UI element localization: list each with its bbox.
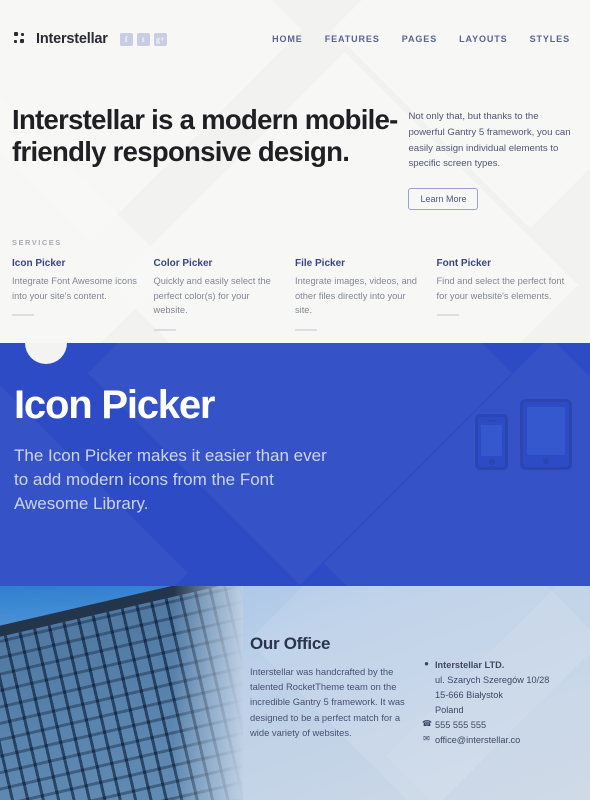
service-title: File Picker [295, 258, 346, 270]
device-illustration [475, 399, 572, 470]
contact-phone: 555 555 555 [435, 719, 487, 730]
twitter-icon[interactable]: t [136, 32, 150, 46]
office-section: Our Office Interstellar was handcrafted … [0, 586, 590, 800]
service-text: Integrate images, videos, and other file… [295, 276, 417, 316]
office-text-column: Our Office Interstellar was handcrafted … [250, 634, 410, 747]
phone-icon: ☎ [422, 718, 432, 728]
service-text: Find and select the perfect font for you… [436, 276, 565, 301]
divider [12, 314, 34, 317]
service-title: Color Picker [153, 258, 213, 270]
envelope-icon: ✉ [423, 733, 430, 743]
divider [295, 328, 317, 331]
contact-phone-line[interactable]: ☎ 555 555 555 [422, 718, 582, 733]
main-navigation: HOME FEATURES PAGES LAYOUTS STYLES [272, 34, 570, 44]
brand[interactable]: Interstellar [14, 31, 108, 47]
nav-item-pages[interactable]: PAGES [402, 34, 437, 44]
hero-right: Not only that, but thanks to the powerfu… [408, 104, 572, 211]
office-title: Our Office [250, 634, 331, 653]
feature-section: Icon Picker The Icon Picker makes it eas… [0, 343, 590, 586]
phone-icon [475, 414, 508, 470]
service-card-file-picker[interactable]: File Picker Integrate images, videos, an… [295, 258, 437, 331]
nav-item-home[interactable]: HOME [272, 34, 303, 44]
contact-city: 15-666 Białystok [435, 689, 503, 700]
map-pin-icon: ● [424, 659, 429, 668]
contact-country: Poland [435, 704, 464, 715]
feature-description: The Icon Picker makes it easier than eve… [14, 446, 327, 514]
nav-item-features[interactable]: FEATURES [325, 34, 380, 44]
service-text: Quickly and easily select the perfect co… [153, 276, 271, 316]
services-grid: Icon Picker Integrate Font Awesome icons… [12, 258, 579, 331]
service-card-icon-picker[interactable]: Icon Picker Integrate Font Awesome icons… [12, 258, 154, 330]
page-title: Interstellar is a modern mobile-friendly… [12, 104, 398, 168]
googleplus-icon[interactable]: g+ [153, 32, 167, 46]
hero-description: Not only that, but thanks to the powerfu… [408, 111, 571, 170]
contact-email-line[interactable]: ✉ office@interstellar.co [422, 733, 582, 748]
office-contact-column: ● Interstellar LTD. ul. Szarych Szeregów… [422, 634, 582, 747]
site-header: Interstellar f t g+ HOME FEATURES PAGES … [0, 0, 590, 56]
brand-name: Interstellar [36, 31, 108, 47]
office-description: Interstellar was handcrafted by the tale… [250, 666, 405, 738]
hero-content: Interstellar is a modern mobile-friendly… [0, 56, 590, 211]
divider [153, 328, 176, 331]
contact-street: ul. Szarych Szeregów 10/28 [435, 674, 550, 685]
service-title: Icon Picker [12, 258, 66, 270]
divider [436, 314, 459, 317]
services-label: SERVICES [12, 238, 62, 248]
nav-item-styles[interactable]: STYLES [530, 34, 570, 44]
tablet-icon [520, 399, 572, 470]
service-card-font-picker[interactable]: Font Picker Find and select the perfect … [436, 258, 579, 330]
service-text: Integrate Font Awesome icons into your s… [12, 276, 137, 301]
service-title: Font Picker [436, 258, 491, 270]
contact-company-line: ● Interstellar LTD. [422, 658, 582, 673]
office-content: Our Office Interstellar was handcrafted … [0, 586, 590, 747]
facebook-icon[interactable]: f [119, 32, 133, 46]
nav-item-layouts[interactable]: LAYOUTS [459, 34, 507, 44]
hero-left: Interstellar is a modern mobile-friendly… [12, 104, 408, 210]
contact-company: Interstellar LTD. [435, 660, 505, 670]
services-section: SERVICES Icon Picker Integrate Font Awes… [0, 210, 590, 331]
contact-email: office@interstellar.co [435, 734, 521, 745]
page-root: Interstellar f t g+ HOME FEATURES PAGES … [0, 0, 590, 800]
learn-more-button[interactable]: Learn More [408, 188, 479, 211]
hero-section: Interstellar f t g+ HOME FEATURES PAGES … [0, 0, 590, 343]
social-links: f t g+ [119, 32, 167, 46]
service-card-color-picker[interactable]: Color Picker Quickly and easily select t… [153, 258, 296, 331]
dots-logo-icon [14, 32, 28, 46]
